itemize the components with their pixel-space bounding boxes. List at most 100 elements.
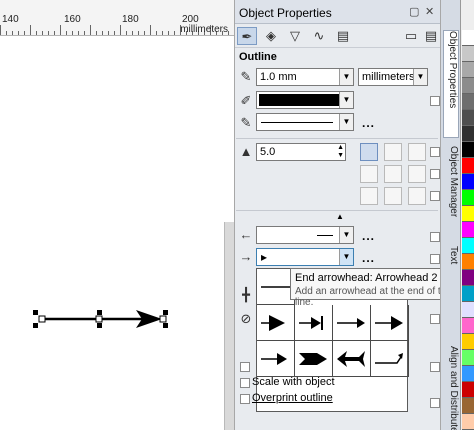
drawing-canvas[interactable]: 140 160 180 200 millimeters xyxy=(0,0,234,430)
chevron-down-icon[interactable]: ▼ xyxy=(339,114,353,130)
chevron-down-icon[interactable]: ▼ xyxy=(339,92,353,108)
color-swatch[interactable] xyxy=(462,30,474,46)
square-cap-button[interactable] xyxy=(408,165,426,183)
side-checkbox[interactable] xyxy=(430,362,440,372)
outline-color-combo[interactable]: ▼ xyxy=(256,91,354,109)
color-swatch[interactable] xyxy=(462,366,474,382)
ruler-unit-label: millimeters xyxy=(180,24,228,35)
arrowhead-cell[interactable] xyxy=(257,305,295,341)
arrowhead-cell[interactable] xyxy=(333,341,371,377)
color-swatch[interactable] xyxy=(462,142,474,158)
color-swatch[interactable] xyxy=(462,318,474,334)
miter-limit-spinbox[interactable]: 5.0 ▲ ▼ xyxy=(256,143,346,161)
spin-arrows-icon[interactable]: ▲ ▼ xyxy=(337,144,344,160)
end-arrow-checkbox[interactable] xyxy=(430,254,440,264)
color-swatch[interactable] xyxy=(462,110,474,126)
color-swatch[interactable] xyxy=(462,414,474,430)
chevron-down-icon[interactable]: ▼ xyxy=(413,69,427,85)
color-swatch[interactable] xyxy=(462,382,474,398)
position-checkbox[interactable] xyxy=(430,191,440,201)
color-swatch[interactable] xyxy=(462,158,474,174)
arrowhead-cell[interactable] xyxy=(371,305,409,341)
horizontal-ruler[interactable]: 140 160 180 200 millimeters xyxy=(0,0,234,36)
caps-checkbox[interactable] xyxy=(430,169,440,179)
close-icon[interactable]: ✕ xyxy=(425,5,434,18)
end-arrow-options-button[interactable]: ... xyxy=(362,251,375,265)
arrowhead-cell[interactable] xyxy=(295,341,333,377)
ruler-tick xyxy=(54,31,55,35)
color-swatch[interactable] xyxy=(462,126,474,142)
ruler-tick xyxy=(18,31,19,35)
color-swatch[interactable] xyxy=(462,190,474,206)
color-swatch[interactable] xyxy=(462,62,474,78)
arrowhead-cell[interactable] xyxy=(295,305,333,341)
units-value: millimeters xyxy=(362,71,415,83)
start-arrowhead-combo[interactable]: ▼ xyxy=(256,226,354,244)
color-swatch[interactable] xyxy=(462,254,474,270)
color-swatch[interactable] xyxy=(462,46,474,62)
fill-bucket-icon[interactable]: ◈ xyxy=(261,27,281,45)
summary-icon[interactable]: ▤ xyxy=(333,27,353,45)
line-style-combo[interactable]: ▼ xyxy=(256,113,354,131)
start-arrow-checkbox[interactable] xyxy=(430,232,440,242)
start-arrow-options-button[interactable]: ... xyxy=(362,229,375,243)
pin-icon[interactable]: ▢ xyxy=(409,5,419,18)
position-inside-button[interactable] xyxy=(408,187,426,205)
color-swatch[interactable] xyxy=(462,334,474,350)
overprint-outline-checkbox[interactable] xyxy=(240,394,250,404)
color-swatch[interactable] xyxy=(462,174,474,190)
window-options-icon[interactable]: ▭ xyxy=(401,27,421,45)
ruler-tick xyxy=(90,25,91,35)
arrowhead-cell[interactable] xyxy=(371,341,409,377)
ruler-tick xyxy=(66,31,67,35)
partial-checkbox[interactable] xyxy=(240,362,250,372)
outline-pen-icon[interactable]: ✒ xyxy=(237,27,257,45)
color-swatch[interactable] xyxy=(462,238,474,254)
end-arrowhead-combo[interactable]: ▸ ▼ xyxy=(256,248,354,266)
outline-width-combo[interactable]: 1.0 mm ▼ xyxy=(256,68,354,86)
selected-line-object[interactable] xyxy=(32,308,172,330)
color-swatch[interactable] xyxy=(462,78,474,94)
side-checkbox[interactable] xyxy=(430,314,440,324)
docker-menu-icon[interactable]: ▤ xyxy=(421,27,441,45)
scale-with-object-checkbox[interactable] xyxy=(240,378,250,388)
ruler-tick xyxy=(36,31,37,35)
miter-corner-button[interactable] xyxy=(360,143,378,161)
position-outside-button[interactable] xyxy=(360,187,378,205)
ruler-tick xyxy=(120,25,121,35)
vertical-scrollbar[interactable] xyxy=(224,222,234,430)
chevron-down-icon[interactable]: ▼ xyxy=(339,69,353,85)
docker-title: Object Properties xyxy=(239,6,332,20)
units-combo[interactable]: millimeters ▼ xyxy=(358,68,428,86)
tab-text[interactable]: Text xyxy=(443,246,459,272)
color-eyedropper-checkbox[interactable] xyxy=(430,96,440,106)
tab-object-manager[interactable]: Object Manager xyxy=(443,146,459,238)
round-corner-button[interactable] xyxy=(384,143,402,161)
docker-title-bar: Object Properties ▢ ✕ xyxy=(235,0,441,24)
transparency-glass-icon[interactable]: ▽ xyxy=(285,27,305,45)
butt-cap-button[interactable] xyxy=(360,165,378,183)
chevron-down-icon[interactable]: ▼ xyxy=(339,249,353,265)
color-swatch[interactable] xyxy=(462,302,474,318)
color-swatch[interactable] xyxy=(462,94,474,110)
arrowhead-cell[interactable] xyxy=(333,305,371,341)
position-center-button[interactable] xyxy=(384,187,402,205)
color-swatch[interactable] xyxy=(462,350,474,366)
corners-checkbox[interactable] xyxy=(430,147,440,157)
arrowhead-cell[interactable] xyxy=(257,341,295,377)
bevel-corner-button[interactable] xyxy=(408,143,426,161)
color-swatch[interactable] xyxy=(462,206,474,222)
color-swatch[interactable] xyxy=(462,398,474,414)
side-checkbox[interactable] xyxy=(430,398,440,408)
color-swatch[interactable] xyxy=(462,270,474,286)
tab-align-and-distribute[interactable]: Align and Distribute xyxy=(443,346,459,430)
scale-with-object-label: Scale with object xyxy=(252,376,335,388)
round-cap-button[interactable] xyxy=(384,165,402,183)
color-swatch[interactable] xyxy=(462,222,474,238)
edit-line-style-button[interactable]: ... xyxy=(362,116,375,130)
chevron-down-icon[interactable]: ▼ xyxy=(339,227,353,243)
tab-object-properties[interactable]: Object Properties xyxy=(443,30,459,138)
curve-icon[interactable]: ∿ xyxy=(309,27,329,45)
color-swatch[interactable] xyxy=(462,286,474,302)
collapse-up-icon[interactable]: ▲ xyxy=(336,212,344,221)
